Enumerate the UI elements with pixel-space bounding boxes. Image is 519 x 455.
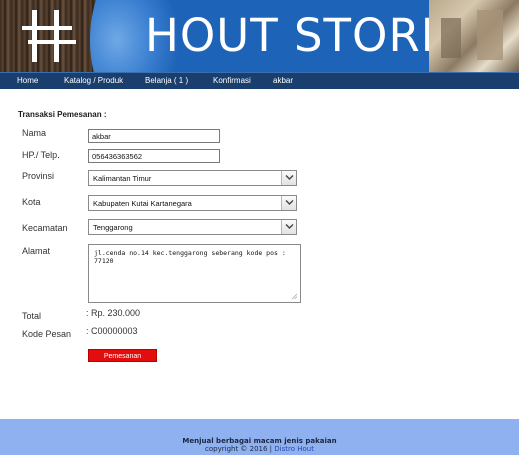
kode-label: Kode Pesan <box>22 329 72 339</box>
footer-brand-link[interactable]: Distro Hout <box>274 445 314 453</box>
nama-label: Nama <box>22 128 47 138</box>
alamat-textarea[interactable]: jl.cenda no.14 kec.tenggarong seberang k… <box>88 244 301 303</box>
telp-input[interactable]: 056436363562 <box>88 149 220 163</box>
shop-interior-image <box>429 0 519 72</box>
kota-select[interactable]: Kabupaten Kutai Kartanegara <box>88 195 297 211</box>
kota-label: Kota <box>22 197 41 207</box>
nav-belanja[interactable]: Belanja ( 1 ) <box>145 75 188 87</box>
kecamatan-select[interactable]: Tenggarong <box>88 219 297 235</box>
footer: Menjual berbagai macam jenis pakaian cop… <box>0 419 519 455</box>
alamat-value: jl.cenda no.14 kec.tenggarong seberang k… <box>94 249 286 265</box>
kecamatan-label: Kecamatan <box>22 223 68 233</box>
kota-value: Kabupaten Kutai Kartanegara <box>93 199 192 208</box>
chevron-down-icon[interactable] <box>281 220 296 234</box>
chevron-down-icon[interactable] <box>281 196 296 210</box>
nav-konfirmasi[interactable]: Konfirmasi <box>213 75 251 87</box>
resize-grip-icon[interactable] <box>291 293 298 300</box>
chevron-down-icon[interactable] <box>281 171 296 185</box>
header-banner: HOUT STORE <box>0 0 519 72</box>
alamat-label: Alamat <box>22 246 51 256</box>
store-logo <box>22 10 82 62</box>
kecamatan-value: Tenggarong <box>93 223 133 232</box>
main-nav: Home Katalog / Produk Belanja ( 1 ) Konf… <box>0 72 519 89</box>
footer-copyright: copyright © 2016 | Distro Hout <box>0 445 519 453</box>
provinsi-label: Provinsi <box>22 171 55 181</box>
kode-value: : C00000003 <box>86 326 138 336</box>
form-title: Transaksi Pemesanan : <box>18 110 107 119</box>
provinsi-select[interactable]: Kalimantan Timur <box>88 170 297 186</box>
nav-home[interactable]: Home <box>17 75 38 87</box>
footer-tagline: Menjual berbagai macam jenis pakaian <box>182 437 337 445</box>
nama-input[interactable]: akbar <box>88 129 220 143</box>
store-title: HOUT STORE <box>145 9 451 62</box>
copyright-text: copyright © 2016 | <box>205 445 273 453</box>
total-label: Total <box>22 311 42 321</box>
total-value: : Rp. 230.000 <box>86 308 141 318</box>
nav-user[interactable]: akbar <box>273 75 293 87</box>
pemesanan-button[interactable]: Pemesanan <box>88 349 157 362</box>
telp-label: HP./ Telp. <box>22 150 60 160</box>
nav-katalog[interactable]: Katalog / Produk <box>64 75 123 87</box>
provinsi-value: Kalimantan Timur <box>93 174 152 183</box>
